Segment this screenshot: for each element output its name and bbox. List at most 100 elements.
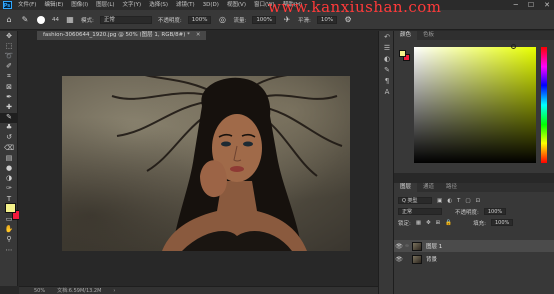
lasso-tool-icon[interactable]: ➰ xyxy=(0,51,18,61)
zoom-tool-icon[interactable]: ⚲ xyxy=(0,235,18,245)
menu-view[interactable]: 视图(V) xyxy=(223,0,250,10)
right-eye xyxy=(243,141,253,147)
brush-settings-icon[interactable]: ▦ xyxy=(65,15,75,25)
tab-swatches[interactable]: 色板 xyxy=(417,31,440,40)
flow-field[interactable]: 100% xyxy=(252,15,277,24)
lips xyxy=(230,166,244,172)
filter-smart-icon[interactable]: ⊡ xyxy=(476,198,481,204)
menu-filter[interactable]: 滤镜(T) xyxy=(172,0,199,10)
blur-tool-icon[interactable]: ● xyxy=(0,163,18,173)
move-tool-icon[interactable]: ✥ xyxy=(0,31,18,41)
fill-label: 填充: xyxy=(473,220,486,227)
menu-image[interactable]: 图像(I) xyxy=(67,0,92,10)
more-tools-icon[interactable]: ⋯ xyxy=(0,245,18,255)
layers-panel-tabs: 图层 通道 路径 xyxy=(394,183,554,192)
marquee-tool-icon[interactable]: ⬚ xyxy=(0,41,18,51)
smoothing-label: 平滑: xyxy=(298,17,311,24)
hue-slider[interactable] xyxy=(541,47,547,163)
menu-select[interactable]: 选择(S) xyxy=(145,0,172,10)
character-icon[interactable]: A xyxy=(379,86,395,97)
close-button[interactable]: ✕ xyxy=(544,1,550,9)
visibility-eye-icon[interactable]: 👁 xyxy=(394,256,404,263)
document-size: 文档:6.59M/13.2M xyxy=(57,288,102,294)
menu-type[interactable]: 文字(Y) xyxy=(119,0,146,10)
layer-filter-dropdown[interactable]: Q 类型 xyxy=(398,197,432,204)
visibility-eye-icon[interactable]: 👁 xyxy=(394,243,404,250)
zoom-level[interactable]: 50% xyxy=(34,288,45,294)
lock-move-icon[interactable]: ✥ xyxy=(426,220,431,226)
pen-tool-icon[interactable]: ✑ xyxy=(0,184,18,194)
brush-settings-panel-icon[interactable]: ✎ xyxy=(379,64,395,75)
document-tab-bar: fashion-3060644_1920.jpg @ 50% (图层 1, RG… xyxy=(19,31,378,40)
brush-tool-icon-active[interactable]: ✎ xyxy=(0,112,18,123)
properties-icon[interactable]: ☰ xyxy=(379,42,395,53)
layer-row[interactable]: 👁 背景 xyxy=(394,253,554,265)
hand-tool-icon[interactable]: ✋ xyxy=(0,225,18,235)
clone-stamp-tool-icon[interactable]: ♣ xyxy=(0,123,18,133)
tab-paths[interactable]: 路径 xyxy=(440,183,463,192)
layer-name[interactable]: 背景 xyxy=(426,255,437,263)
tab-color[interactable]: 颜色 xyxy=(394,31,418,40)
foreground-color-swatch[interactable] xyxy=(5,203,16,213)
airbrush-icon[interactable]: ✈ xyxy=(282,15,292,25)
document-tab[interactable]: fashion-3060644_1920.jpg @ 50% (图层 1, RG… xyxy=(37,31,207,40)
color-picker-cursor[interactable] xyxy=(511,44,516,49)
lock-artboard-icon[interactable]: ⊞ xyxy=(436,220,441,226)
layer-row[interactable]: 👁 ∞ 图层 1 xyxy=(394,240,554,252)
mode-dropdown[interactable]: 正常 xyxy=(99,15,152,24)
menu-edit[interactable]: 编辑(E) xyxy=(40,0,67,10)
filter-shape-icon[interactable]: ▢ xyxy=(465,198,470,204)
gradient-tool-icon[interactable]: ▤ xyxy=(0,153,18,163)
canvas-area[interactable] xyxy=(19,40,378,286)
maximize-button[interactable]: ☐ xyxy=(528,1,534,9)
smoothing-field[interactable]: 10% xyxy=(316,15,338,24)
filter-type-icon[interactable]: T xyxy=(457,198,460,204)
layer-name[interactable]: 图层 1 xyxy=(426,242,442,250)
home-icon[interactable]: ⌂ xyxy=(4,15,14,25)
layer-filter-row: Q 类型 ▣ ◐ T ▢ ⊡ xyxy=(394,195,554,206)
document-tab-title: fashion-3060644_1920.jpg @ 50% (图层 1, RG… xyxy=(43,32,190,38)
filter-adjust-icon[interactable]: ◐ xyxy=(447,198,452,204)
color-picker-field[interactable] xyxy=(414,44,536,163)
minimize-button[interactable]: ─ xyxy=(514,1,518,9)
menu-layer[interactable]: 图层(L) xyxy=(92,0,118,10)
eyedropper-tool-icon[interactable]: ✒ xyxy=(0,92,18,102)
brush-preset-picker[interactable] xyxy=(36,15,46,25)
status-arrow-icon[interactable]: › xyxy=(113,288,115,294)
history-brush-tool-icon[interactable]: ↺ xyxy=(0,133,18,143)
brush-tool-icon[interactable]: ✎ xyxy=(20,15,30,25)
gear-icon[interactable]: ⚙ xyxy=(343,15,353,25)
blend-mode-dropdown[interactable]: 正常 xyxy=(398,208,442,215)
tab-channels[interactable]: 通道 xyxy=(417,183,440,192)
filter-pixel-icon[interactable]: ▣ xyxy=(437,198,442,204)
fill-field[interactable]: 100% xyxy=(491,219,514,226)
pressure-opacity-icon[interactable]: ◎ xyxy=(217,15,227,25)
layer-thumbnail xyxy=(412,241,422,251)
panel-icon-column: ↶ ☰ ◐ ✎ ¶ A xyxy=(378,31,394,294)
left-eye xyxy=(221,141,231,147)
flow-label: 流量: xyxy=(233,17,247,24)
watermark-text: www.kanxiushan.com xyxy=(268,0,442,16)
lock-pixels-icon[interactable]: ▦ xyxy=(416,220,421,226)
opacity-label: 不透明度: xyxy=(157,17,182,24)
healing-brush-tool-icon[interactable]: ✚ xyxy=(0,102,18,112)
quick-select-tool-icon[interactable]: ✐ xyxy=(0,62,18,72)
opacity-field[interactable]: 100% xyxy=(187,15,212,24)
eraser-tool-icon[interactable]: ⌫ xyxy=(0,143,18,153)
paragraph-icon[interactable]: ¶ xyxy=(379,75,395,86)
adjustments-icon[interactable]: ◐ xyxy=(379,53,395,64)
lock-all-icon[interactable]: 🔒 xyxy=(445,220,452,226)
layer-opacity-field[interactable]: 100% xyxy=(483,208,507,215)
foreground-color-preview[interactable] xyxy=(399,50,406,57)
menu-3d[interactable]: 3D(D) xyxy=(199,0,223,10)
history-icon[interactable]: ↶ xyxy=(379,31,395,42)
layer-thumbnail xyxy=(412,254,422,264)
close-tab-icon[interactable]: ✕ xyxy=(196,32,201,38)
menu-file[interactable]: 文件(F) xyxy=(14,0,40,10)
tab-layers[interactable]: 图层 xyxy=(394,183,418,192)
frame-tool-icon[interactable]: ⊠ xyxy=(0,82,18,92)
color-panel: 颜色 色板 xyxy=(394,31,554,173)
photo-image[interactable] xyxy=(62,76,350,251)
crop-tool-icon[interactable]: ⌗ xyxy=(0,72,18,82)
dodge-tool-icon[interactable]: ◑ xyxy=(0,174,18,184)
